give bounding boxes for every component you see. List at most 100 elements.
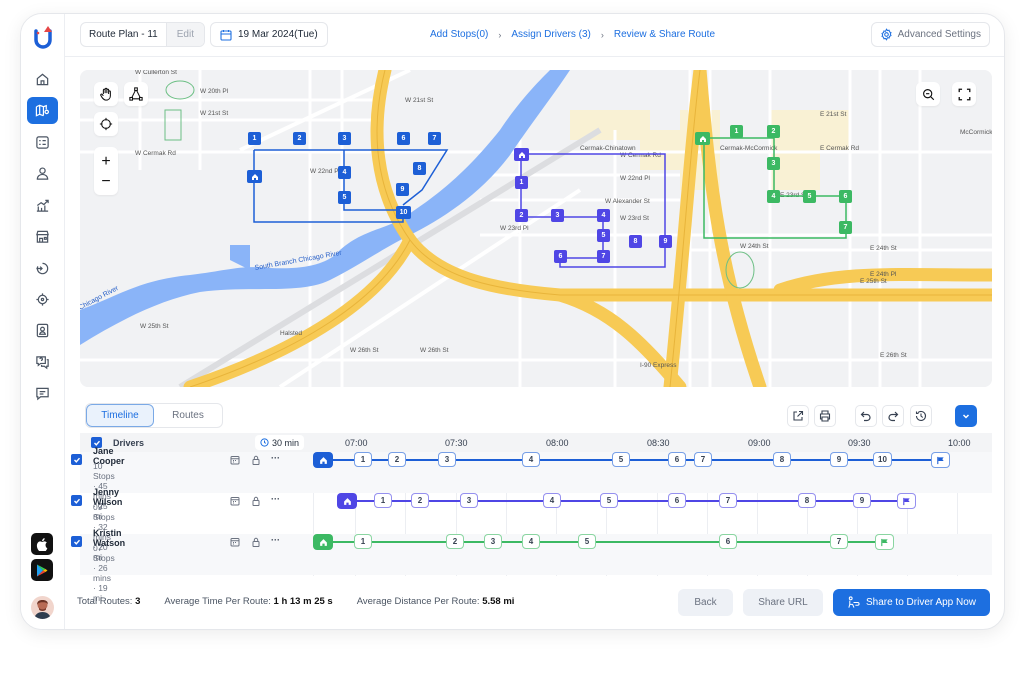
timeline-stop[interactable]: 3 xyxy=(438,452,456,467)
export-button[interactable] xyxy=(787,405,809,427)
timeline-stop[interactable]: 2 xyxy=(411,493,429,508)
schedule-button[interactable] xyxy=(229,495,240,506)
map-stop-green-4[interactable]: 4 xyxy=(767,190,780,203)
timeline-end[interactable] xyxy=(875,534,894,550)
lock-button[interactable] xyxy=(250,495,261,506)
sidebar-item-help[interactable] xyxy=(27,349,58,376)
timeline-end[interactable] xyxy=(897,493,916,509)
zoom-out-button[interactable]: − xyxy=(101,174,110,190)
timeline-stop[interactable]: 6 xyxy=(668,452,686,467)
map-stop-green-7[interactable]: 7 xyxy=(839,221,852,234)
date-picker[interactable]: 19 Mar 2024(Tue) xyxy=(210,22,328,47)
timeline-end[interactable] xyxy=(931,452,950,468)
edit-plan-button[interactable]: Edit xyxy=(165,23,204,46)
map-stop-blue-7[interactable]: 7 xyxy=(428,132,441,145)
sidebar-item-users[interactable] xyxy=(27,160,58,187)
timeline-stop[interactable]: 1 xyxy=(354,452,372,467)
undo-button[interactable] xyxy=(855,405,877,427)
lock-button[interactable] xyxy=(250,454,261,465)
timeline-stop[interactable]: 10 xyxy=(873,452,892,467)
map-stop-purple-5[interactable]: 5 xyxy=(597,229,610,242)
sidebar-item-messages[interactable] xyxy=(27,380,58,407)
map-depot-green[interactable] xyxy=(695,132,710,145)
tab-routes[interactable]: Routes xyxy=(154,404,222,427)
map-stop-purple-7[interactable]: 7 xyxy=(597,250,610,263)
timeline-stop[interactable]: 6 xyxy=(719,534,737,549)
timeline-stop[interactable]: 4 xyxy=(522,452,540,467)
sidebar-item-stores[interactable] xyxy=(27,223,58,250)
map-stop-purple-9[interactable]: 9 xyxy=(659,235,672,248)
map-stop-blue-3[interactable]: 3 xyxy=(338,132,351,145)
map-stop-blue-10[interactable]: 10 xyxy=(396,206,411,219)
timeline-stop[interactable]: 7 xyxy=(694,452,712,467)
advanced-settings-button[interactable]: Advanced Settings xyxy=(870,22,990,47)
map-stop-blue-6[interactable]: 6 xyxy=(397,132,410,145)
zoom-in-button[interactable]: + xyxy=(101,154,110,170)
map-stop-green-6[interactable]: 6 xyxy=(839,190,852,203)
timeline-depot[interactable] xyxy=(313,534,333,550)
map-stop-purple-8[interactable]: 8 xyxy=(629,235,642,248)
driver-checkbox[interactable] xyxy=(71,495,82,506)
map-stop-purple-2[interactable]: 2 xyxy=(515,209,528,222)
map-search-button[interactable] xyxy=(916,82,940,106)
map-depot-purple[interactable] xyxy=(514,148,529,161)
interval-selector[interactable]: 30 min xyxy=(255,435,305,450)
timeline-stop[interactable]: 5 xyxy=(612,452,630,467)
timeline-stop[interactable]: 2 xyxy=(388,452,406,467)
back-button[interactable]: Back xyxy=(678,589,733,616)
driver-checkbox[interactable] xyxy=(71,454,82,465)
timeline-stop[interactable]: 9 xyxy=(830,452,848,467)
sidebar-item-routes[interactable] xyxy=(27,97,58,124)
sidebar-item-tracking[interactable] xyxy=(27,286,58,313)
timeline-stop[interactable]: 3 xyxy=(460,493,478,508)
tab-timeline[interactable]: Timeline xyxy=(86,404,154,427)
sidebar-item-integrations[interactable] xyxy=(27,255,58,282)
share-to-driver-app-button[interactable]: Share to Driver App Now xyxy=(833,589,990,616)
polygon-tool-button[interactable] xyxy=(124,82,148,106)
print-button[interactable] xyxy=(814,405,836,427)
locate-button[interactable] xyxy=(94,112,118,136)
timeline-stop[interactable]: 1 xyxy=(374,493,392,508)
share-url-button[interactable]: Share URL xyxy=(743,589,823,616)
step-assign-drivers[interactable]: Assign Drivers (3) xyxy=(511,29,590,40)
driver-checkbox[interactable] xyxy=(71,536,82,547)
more-options-button[interactable]: ··· xyxy=(270,452,281,463)
map-stop-purple-3[interactable]: 3 xyxy=(551,209,564,222)
schedule-button[interactable] xyxy=(229,454,240,465)
map-stop-blue-4[interactable]: 4 xyxy=(338,166,351,179)
map-stop-green-1[interactable]: 1 xyxy=(730,125,743,138)
more-options-button[interactable]: ··· xyxy=(270,493,281,504)
timeline-stop[interactable]: 8 xyxy=(798,493,816,508)
sidebar-item-contacts[interactable] xyxy=(27,317,58,344)
map-stop-purple-1[interactable]: 1 xyxy=(515,176,528,189)
pan-tool-button[interactable] xyxy=(94,82,118,106)
apple-store-button[interactable] xyxy=(31,533,53,555)
map-stop-blue-8[interactable]: 8 xyxy=(413,162,426,175)
step-review-share[interactable]: Review & Share Route xyxy=(614,29,715,40)
timeline-stop[interactable]: 4 xyxy=(543,493,561,508)
collapse-panel-button[interactable] xyxy=(955,405,977,427)
sidebar-item-analytics[interactable] xyxy=(27,192,58,219)
map-stop-green-3[interactable]: 3 xyxy=(767,157,780,170)
map-stop-blue-1[interactable]: 1 xyxy=(248,132,261,145)
timeline-stop[interactable]: 7 xyxy=(719,493,737,508)
more-options-button[interactable]: ··· xyxy=(270,534,281,545)
timeline-depot[interactable] xyxy=(337,493,357,509)
timeline-stop[interactable]: 6 xyxy=(668,493,686,508)
route-map[interactable]: W Cullerton St W 20th Pl W 21st St W Cer… xyxy=(80,70,992,387)
timeline-stop[interactable]: 4 xyxy=(522,534,540,549)
map-stop-purple-6[interactable]: 6 xyxy=(554,250,567,263)
google-play-button[interactable] xyxy=(31,559,53,581)
map-depot-blue[interactable] xyxy=(247,170,262,183)
timeline-stop[interactable]: 1 xyxy=(354,534,372,549)
timeline-stop[interactable]: 5 xyxy=(578,534,596,549)
map-stop-blue-5[interactable]: 5 xyxy=(338,191,351,204)
timeline-depot[interactable] xyxy=(313,452,333,468)
map-stop-green-2[interactable]: 2 xyxy=(767,125,780,138)
user-avatar[interactable] xyxy=(31,596,54,619)
lock-button[interactable] xyxy=(250,536,261,547)
sidebar-item-home[interactable] xyxy=(27,66,58,93)
map-stop-blue-9[interactable]: 9 xyxy=(396,183,409,196)
map-stop-purple-4[interactable]: 4 xyxy=(597,209,610,222)
step-add-stops[interactable]: Add Stops(0) xyxy=(430,29,488,40)
